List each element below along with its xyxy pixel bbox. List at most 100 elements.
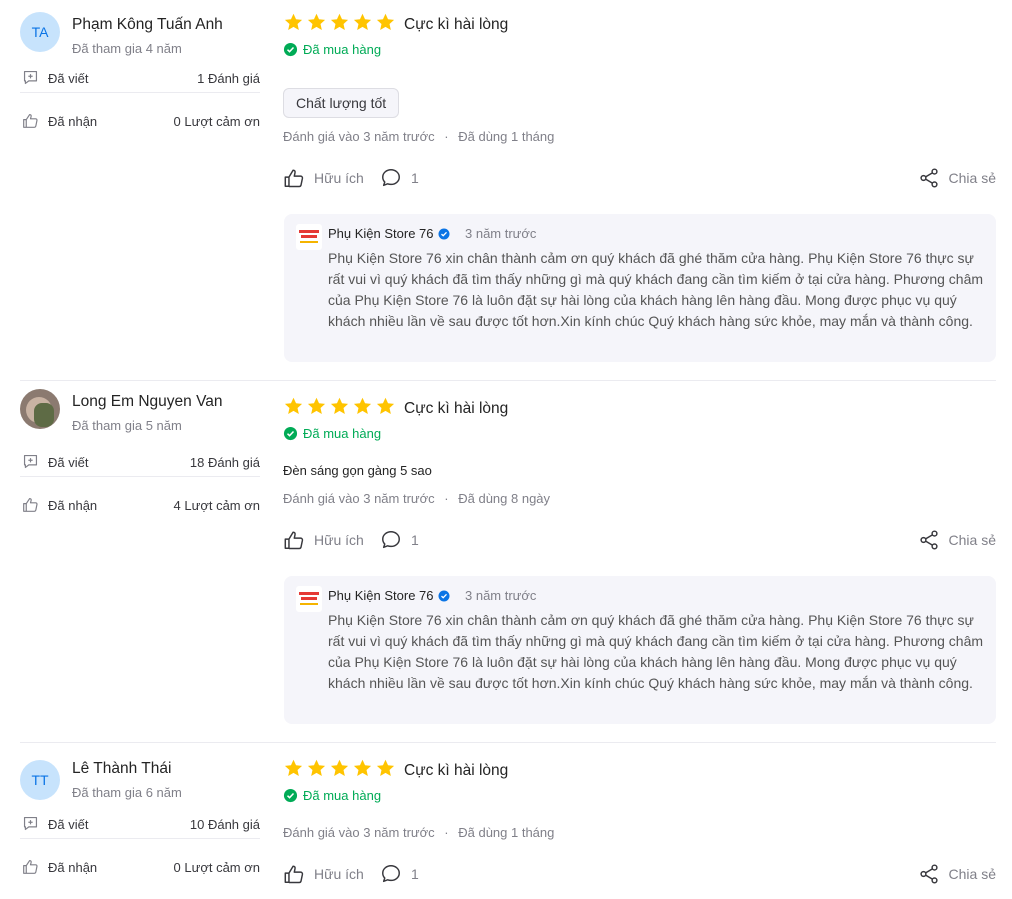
avatar[interactable] — [20, 389, 60, 429]
star-icon — [376, 13, 395, 30]
avatar-photo-body — [34, 403, 54, 427]
avatar[interactable]: TT — [20, 760, 60, 800]
review-item: TA Phạm Kông Tuấn Anh Đã tham gia 4 năm … — [20, 12, 996, 367]
rating-stars — [283, 396, 396, 418]
helpful-label: Hữu ích — [314, 170, 364, 186]
check-circle-icon — [283, 42, 298, 57]
speech-bubble-icon — [382, 531, 400, 549]
check-circle-icon — [283, 788, 298, 803]
verified-badge-icon — [438, 590, 450, 601]
seller-name-text: Phụ Kiện Store 76 — [328, 588, 434, 603]
share-label: Chia sẻ — [948, 170, 996, 186]
share-button[interactable]: Chia sẻ — [918, 167, 996, 189]
meta-separator: · — [444, 129, 449, 144]
helpful-button[interactable]: Hữu ích — [283, 529, 364, 551]
review-actions: Hữu ích 1 Chia sẻ — [283, 863, 996, 891]
star-icon — [353, 13, 372, 30]
purchased-badge: Đã mua hàng — [283, 42, 381, 57]
stat-received-label: Đã nhận — [48, 860, 98, 875]
purchased-label: Đã mua hàng — [303, 42, 382, 57]
share-button[interactable]: Chia sẻ — [918, 529, 996, 551]
seller-name-text: Phụ Kiện Store 76 — [328, 226, 434, 241]
seller-logo — [296, 224, 322, 250]
review-attribute-chip: Chất lượng tốt — [283, 88, 400, 118]
meta-separator: · — [444, 825, 449, 840]
stat-received-count: 0 Lượt cảm ơn — [173, 860, 260, 875]
share-icon — [919, 864, 938, 884]
stat-written: Đã viết 1 Đánh giá — [20, 63, 260, 93]
thumb-up-icon — [284, 169, 304, 188]
star-icon — [284, 759, 303, 776]
helpful-label: Hữu ích — [314, 532, 364, 548]
seller-name[interactable]: Phụ Kiện Store 76 — [328, 226, 450, 241]
helpful-button[interactable]: Hữu ích — [283, 167, 364, 189]
helpful-button[interactable]: Hữu ích — [283, 863, 364, 885]
review-comment: Đèn sáng gọn gàng 5 sao — [283, 463, 432, 478]
reply-count-button[interactable]: 1 — [380, 529, 419, 551]
thumb-up-icon — [284, 531, 304, 550]
review-posted-time: Đánh giá vào 3 năm trước — [283, 129, 435, 144]
reply-count: 1 — [411, 866, 419, 882]
rating-stars — [283, 758, 396, 780]
rating-text: Cực kì hài lòng — [404, 762, 509, 779]
meta-separator: · — [444, 491, 449, 506]
review-actions: Hữu ích 1 Chia sẻ — [283, 167, 996, 195]
reply-count-button[interactable]: 1 — [380, 863, 419, 885]
stat-written-count: 10 Đánh giá — [189, 817, 260, 832]
reply-count-button[interactable]: 1 — [380, 167, 419, 189]
stat-received-count: 4 Lượt cảm ơn — [173, 498, 260, 513]
share-icon — [919, 168, 938, 188]
review-posted-time: Đánh giá vào 3 năm trước — [283, 491, 435, 506]
comment-plus-icon — [23, 70, 38, 85]
share-button[interactable]: Chia sẻ — [918, 863, 996, 885]
share-label: Chia sẻ — [948, 866, 996, 882]
star-icon — [307, 397, 326, 414]
thumb-up-icon — [23, 113, 38, 128]
review-used-duration: Đã dùng 1 tháng — [458, 825, 555, 840]
reply-text: Phụ Kiện Store 76 xin chân thành cảm ơn … — [328, 250, 984, 329]
share-icon — [919, 530, 938, 550]
star-icon — [353, 759, 372, 776]
stat-written-label: Đã viết — [48, 817, 89, 832]
seller-reply: Phụ Kiện Store 76 3 năm trước Phụ Kiện S… — [284, 576, 996, 724]
stat-received: Đã nhận 0 Lượt cảm ơn — [20, 852, 260, 882]
stat-written-label: Đã viết — [48, 455, 89, 470]
star-icon — [284, 13, 303, 30]
joined-duration: Đã tham gia 6 năm — [72, 785, 182, 800]
rating-text: Cực kì hài lòng — [404, 400, 509, 417]
stat-received: Đã nhận 4 Lượt cảm ơn — [20, 490, 260, 520]
speech-bubble-icon — [382, 169, 400, 187]
stat-written: Đã viết 10 Đánh giá — [20, 809, 260, 839]
speech-bubble-icon — [382, 865, 400, 883]
joined-duration: Đã tham gia 4 năm — [72, 41, 182, 56]
review-actions: Hữu ích 1 Chia sẻ — [283, 529, 996, 557]
reply-text: Phụ Kiện Store 76 xin chân thành cảm ơn … — [328, 612, 984, 691]
review-item: Long Em Nguyen Van Đã tham gia 5 năm Đã … — [20, 380, 996, 734]
rating-text: Cực kì hài lòng — [404, 16, 509, 33]
avatar[interactable]: TA — [20, 12, 60, 52]
reply-time: 3 năm trước — [465, 588, 537, 603]
reviewer-name[interactable]: Long Em Nguyen Van — [72, 393, 223, 411]
thumb-up-icon — [23, 859, 38, 874]
review-used-duration: Đã dùng 8 ngày — [458, 491, 551, 506]
comment-plus-icon — [23, 816, 38, 831]
purchased-badge: Đã mua hàng — [283, 426, 381, 441]
review-item: TT Lê Thành Thái Đã tham gia 6 năm Đã vi… — [20, 742, 996, 899]
seller-name[interactable]: Phụ Kiện Store 76 — [328, 588, 450, 603]
review-meta: Đánh giá vào 3 năm trước · Đã dùng 1 thá… — [283, 129, 554, 144]
stat-written: Đã viết 18 Đánh giá — [20, 447, 260, 477]
verified-badge-icon — [438, 228, 450, 239]
thumb-up-icon — [23, 497, 38, 512]
reviewer-name[interactable]: Lê Thành Thái — [72, 760, 171, 778]
stat-written-count: 1 Đánh giá — [197, 71, 260, 86]
star-icon — [330, 13, 349, 30]
seller-logo — [296, 586, 322, 612]
stat-received-count: 0 Lượt cảm ơn — [173, 114, 260, 129]
star-icon — [307, 13, 326, 30]
stat-received-label: Đã nhận — [48, 114, 98, 129]
reviewer-name[interactable]: Phạm Kông Tuấn Anh — [72, 16, 223, 34]
reply-time: 3 năm trước — [465, 226, 537, 241]
review-posted-time: Đánh giá vào 3 năm trước — [283, 825, 435, 840]
reply-count: 1 — [411, 170, 419, 186]
review-meta: Đánh giá vào 3 năm trước · Đã dùng 8 ngà… — [283, 491, 550, 506]
